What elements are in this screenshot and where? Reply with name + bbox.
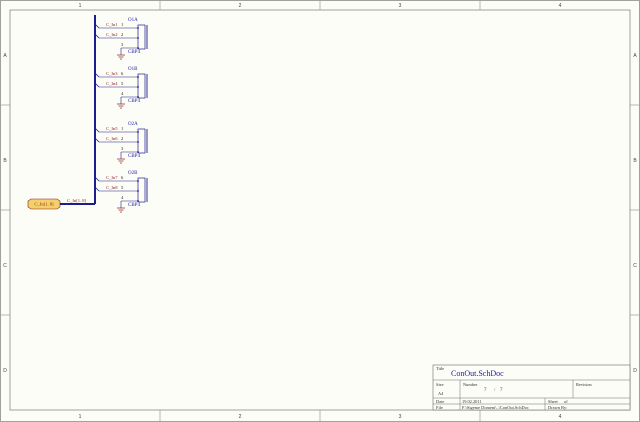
zone-col-1: 1: [79, 3, 82, 9]
pin-dot: [137, 86, 139, 88]
pin-dot: [137, 180, 139, 182]
bus-port-label: C_In[1..8]: [34, 202, 54, 207]
title-label: Title: [436, 366, 444, 371]
file-label: File: [436, 405, 443, 410]
zone-col-4: 4: [559, 3, 562, 9]
net-label: C_In1: [106, 22, 118, 27]
zone-col-3-bottom: 3: [399, 414, 402, 420]
connector-part: CBP4: [128, 50, 140, 55]
title-value: ConOut.SchDoc: [451, 369, 504, 378]
connector-part: CBP4: [128, 99, 140, 104]
zone-row-c: C: [3, 263, 7, 269]
zone-col-4-bottom: 4: [559, 414, 562, 420]
net-label: C_In4: [106, 81, 118, 86]
pin-dot: [137, 37, 139, 39]
date-value: 19.02.2011: [462, 399, 482, 404]
net-label: C_In5: [106, 126, 118, 131]
file-value: F:\Sigeme Domeni\..\ConOut.SchDoc: [462, 405, 529, 410]
schematic-sheet: 1 2 3 4 1 2 3 4 A B C D A B C D C_In[1..…: [0, 0, 640, 422]
net-label: C_In3: [106, 71, 118, 76]
bus-net-label: C_In[1..8]: [67, 198, 87, 203]
connector-part: CBP4: [128, 203, 140, 208]
pin-dot: [137, 131, 139, 133]
revision-label: Revision: [576, 382, 592, 387]
size-label: Size: [436, 382, 444, 387]
pin-dot: [137, 141, 139, 143]
zone-row-c-right: C: [633, 263, 637, 269]
date-label: Date: [436, 399, 444, 404]
zone-col-2-bottom: 2: [239, 414, 242, 420]
connector-ref: O2B: [128, 171, 138, 176]
net-label: C_In2: [106, 32, 118, 37]
net-label: C_In8: [106, 185, 118, 190]
zone-row-d-right: D: [633, 368, 637, 374]
pin-dot: [137, 27, 139, 29]
of-label: of: [564, 399, 568, 404]
net-label: C_In6: [106, 136, 118, 141]
zone-col-3: 3: [399, 3, 402, 9]
connector-ref: O1B: [128, 67, 138, 72]
number-label: Number: [463, 382, 478, 387]
connector-ref: O1A: [128, 18, 138, 23]
drawn-by-label: Drawn By:: [548, 405, 567, 410]
zone-col-2: 2: [239, 3, 242, 9]
net-label: C_In7: [106, 175, 118, 180]
zone-col-1-bottom: 1: [79, 414, 82, 420]
connector-ref: O2A: [128, 122, 138, 127]
pin-dot: [137, 190, 139, 192]
zone-row-d: D: [3, 368, 7, 374]
size-value: A4: [438, 391, 444, 396]
connector-part: CBP4: [128, 154, 140, 159]
sheet-label: Sheet: [548, 399, 559, 404]
title-block: Title ConOut.SchDoc Size A4 Number 7 / 7…: [432, 364, 631, 411]
pin-dot: [137, 76, 139, 78]
